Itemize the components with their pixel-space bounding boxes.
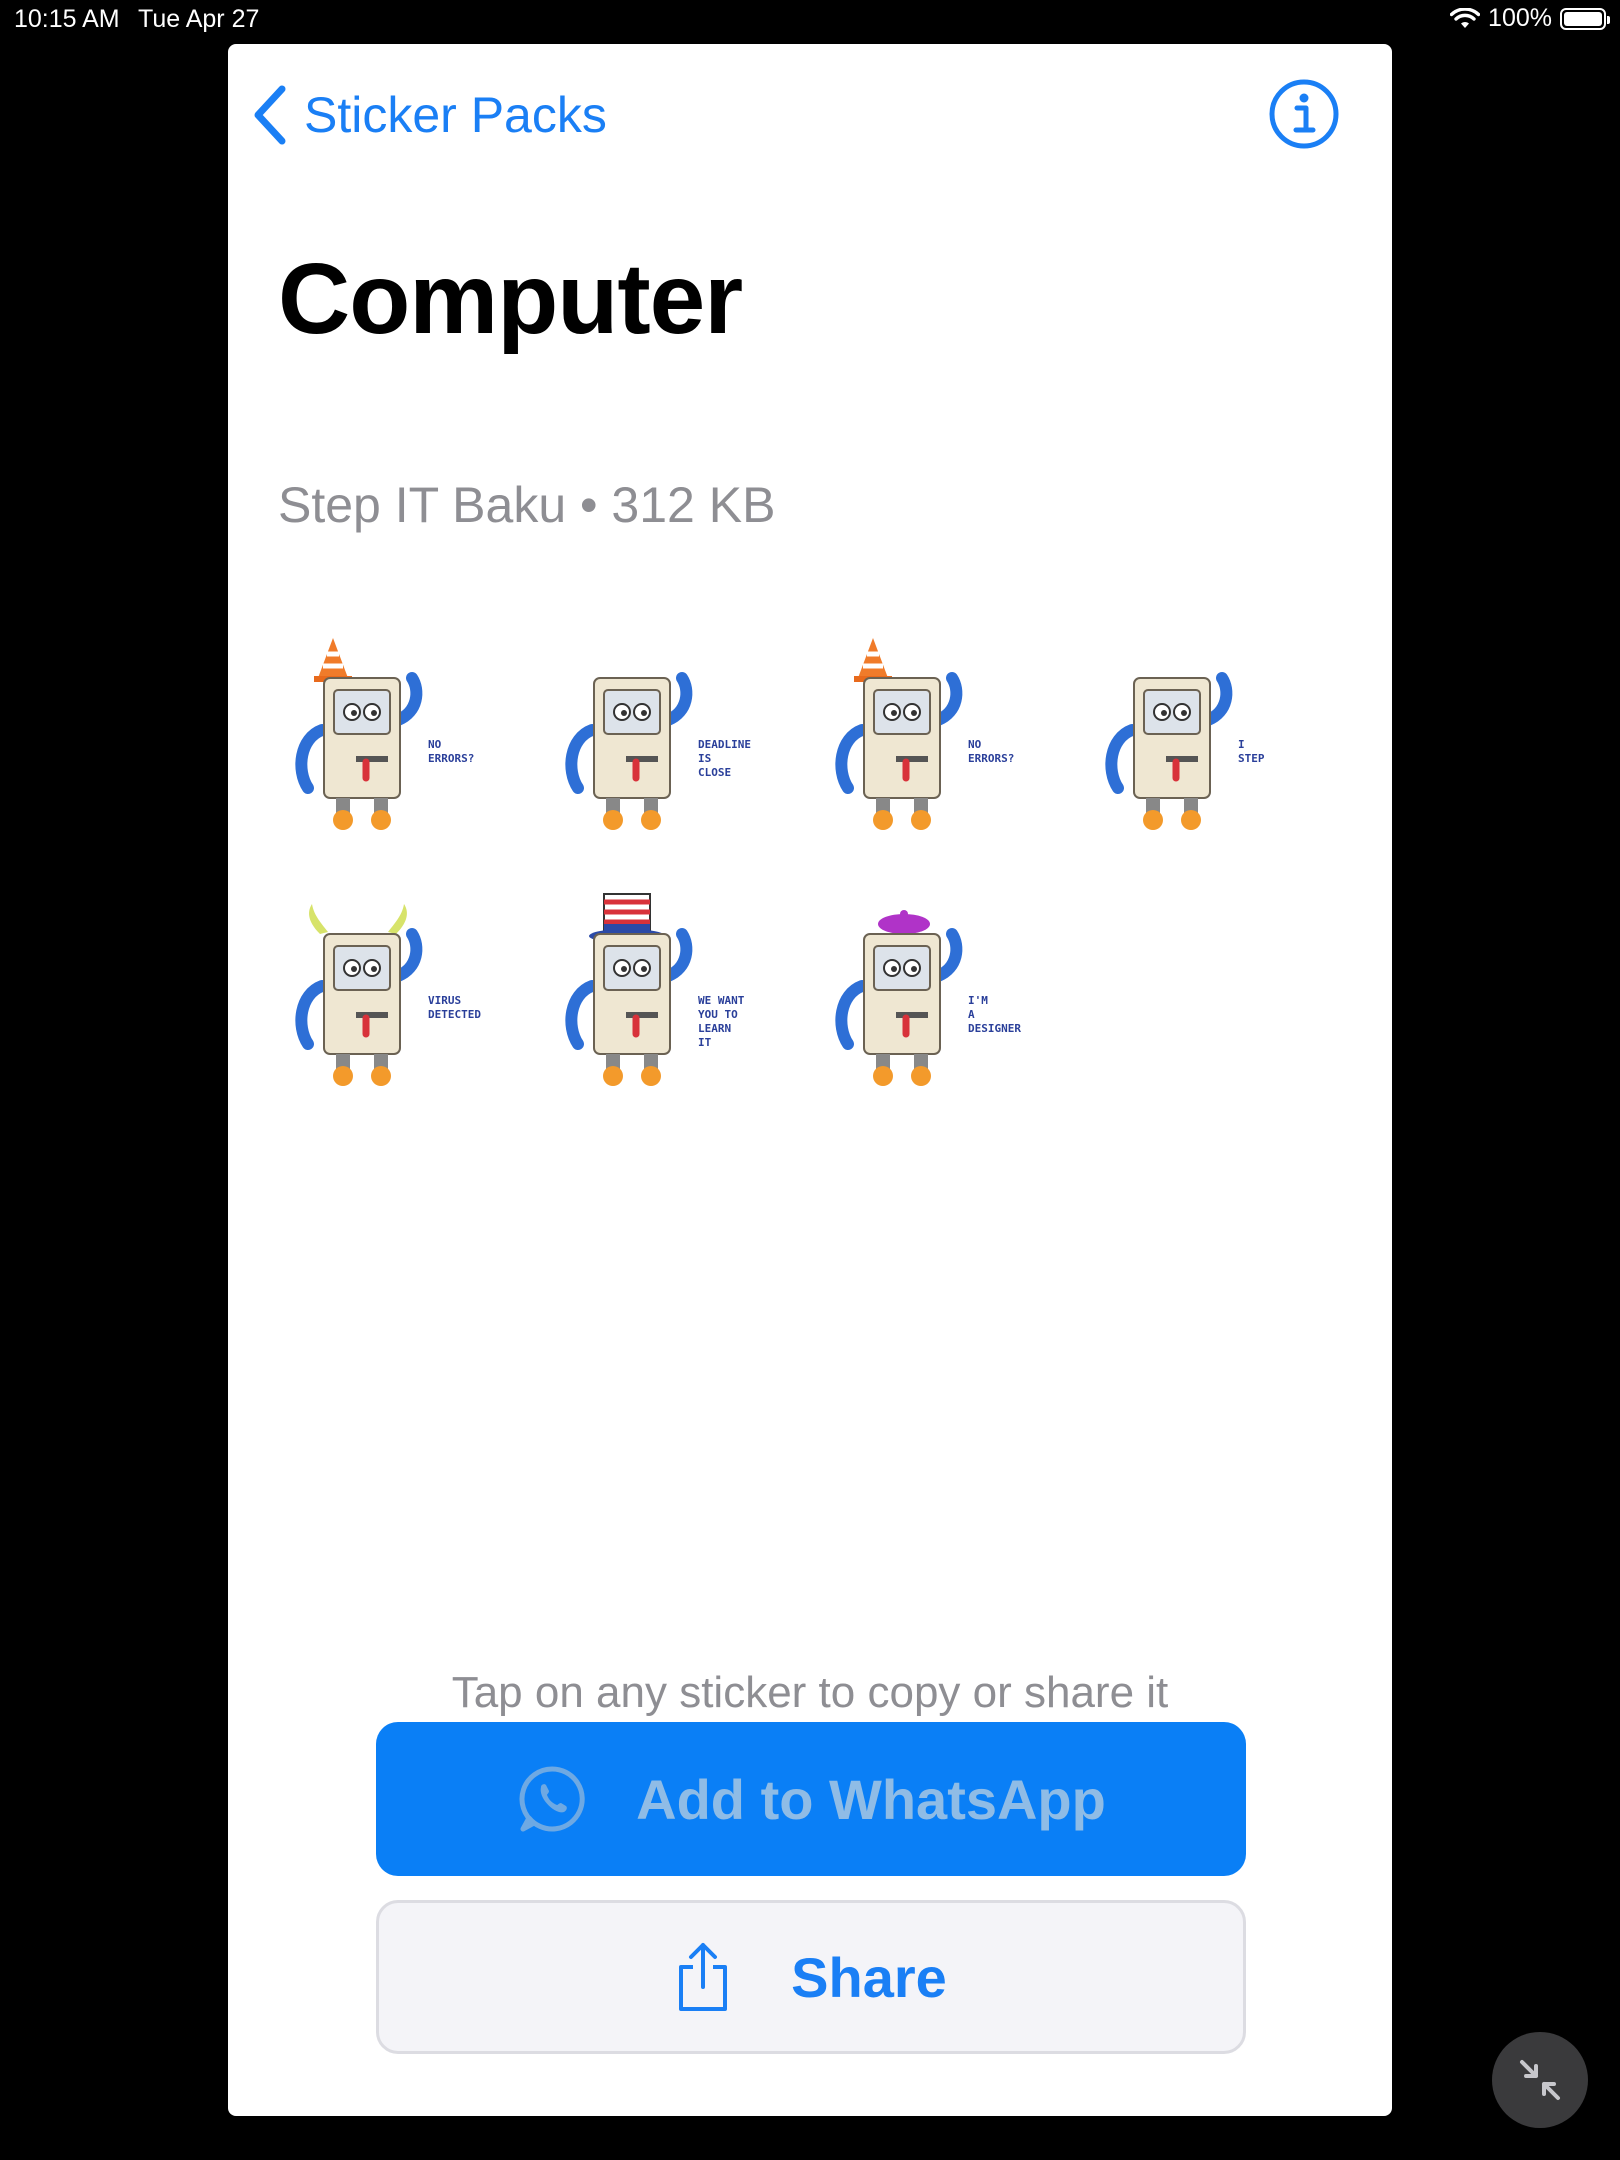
sticker-image: NOERRORS? bbox=[295, 638, 474, 830]
sticker-caption: I'M bbox=[968, 994, 988, 1007]
sticker-no-errors-cone-2[interactable]: NO ERRORS? bbox=[818, 620, 1048, 850]
sticker-caption: NO bbox=[428, 738, 442, 751]
share-button[interactable]: Share bbox=[376, 1900, 1246, 2054]
sticker-i-love-step[interactable]: I STEP bbox=[1088, 620, 1318, 850]
back-button[interactable]: Sticker Packs bbox=[252, 80, 607, 150]
sticker-image: I'MADESIGNER bbox=[835, 910, 1021, 1086]
sticker-caption: ERRORS? bbox=[968, 752, 1014, 765]
sticker-pack-sheet: Sticker Packs Computer Step IT Baku • 31… bbox=[228, 44, 1392, 2116]
sticker-caption: YOU TO bbox=[698, 1008, 738, 1021]
sticker-image: ISTEP bbox=[1105, 672, 1265, 830]
sticker-virus-detected[interactable]: VIRUS DETECTED bbox=[278, 876, 508, 1106]
sticker-caption: ERRORS? bbox=[428, 752, 474, 765]
status-time: 10:15 AM bbox=[14, 5, 120, 33]
minimize-arrows-icon bbox=[1520, 2060, 1560, 2100]
hint-text: Tap on any sticker to copy or share it bbox=[451, 1668, 1169, 1717]
sticker-caption: DETECTED bbox=[428, 1008, 481, 1021]
add-to-whatsapp-button[interactable]: Add to WhatsApp bbox=[376, 1722, 1246, 1876]
sticker-no-errors-cone[interactable]: NO ERRORS? bbox=[278, 620, 508, 850]
sticker-image: WE WANTYOU TOLEARNIT bbox=[565, 893, 745, 1086]
share-icon bbox=[679, 1943, 728, 2011]
status-date: Tue Apr 27 bbox=[138, 5, 260, 33]
share-label: Share bbox=[791, 1945, 947, 2009]
sticker-caption: DEADLINE bbox=[698, 738, 751, 751]
add-to-whatsapp-label: Add to WhatsApp bbox=[636, 1767, 1106, 1831]
page-title: Computer bbox=[278, 243, 743, 355]
sticker-caption: CLOSE bbox=[698, 766, 731, 779]
sticker-designer[interactable]: I'M A DESIGNER bbox=[818, 876, 1048, 1106]
wifi-icon bbox=[1450, 7, 1481, 28]
chevron-left-icon bbox=[254, 85, 286, 145]
sticker-caption: LEARN bbox=[698, 1022, 731, 1035]
sticker-deadline[interactable]: DEADLINE IS CLOSE bbox=[548, 620, 778, 850]
status-indicators: 100% bbox=[1450, 4, 1610, 33]
sticker-caption: I bbox=[1238, 738, 1245, 751]
pack-subtitle: Step IT Baku • 312 KB bbox=[278, 477, 776, 533]
sticker-caption: NO bbox=[968, 738, 982, 751]
sticker-caption: VIRUS bbox=[428, 994, 461, 1007]
sticker-image: NOERRORS? bbox=[835, 638, 1014, 830]
sticker-caption: IT bbox=[698, 1036, 712, 1049]
sticker-caption: DESIGNER bbox=[968, 1022, 1021, 1035]
info-icon[interactable] bbox=[1268, 78, 1340, 150]
sticker-we-want-you[interactable]: WE WANT YOU TO LEARN IT bbox=[548, 876, 778, 1106]
sticker-caption: IS bbox=[698, 752, 711, 765]
sticker-image: DEADLINEISCLOSE bbox=[565, 672, 751, 830]
status-bar: 10:15 AM Tue Apr 27 100% bbox=[0, 0, 1620, 40]
sticker-caption: STEP bbox=[1238, 752, 1265, 765]
sticker-caption: WE WANT bbox=[698, 994, 745, 1007]
minimize-button[interactable] bbox=[1492, 2032, 1588, 2128]
battery-icon bbox=[1560, 7, 1610, 30]
battery-percent: 100% bbox=[1488, 4, 1552, 32]
sticker-image: VIRUSDETECTED bbox=[295, 904, 481, 1086]
whatsapp-icon bbox=[519, 1766, 585, 1832]
sticker-caption: A bbox=[968, 1008, 975, 1021]
back-button-label: Sticker Packs bbox=[304, 87, 607, 143]
